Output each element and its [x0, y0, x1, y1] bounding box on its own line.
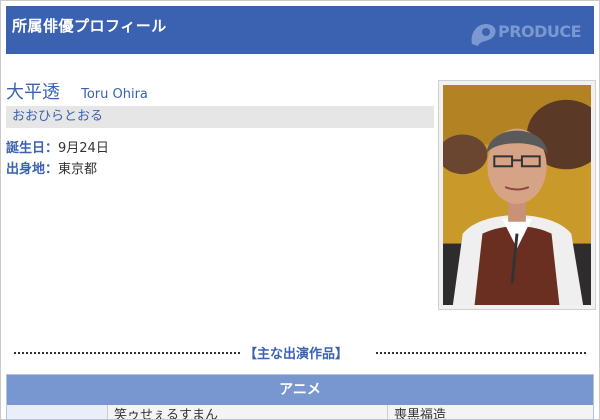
work-role-cell: 喪黒福造 — [387, 405, 593, 419]
page-title: 所属俳優プロフィール — [12, 17, 167, 35]
works-category-header: アニメ — [7, 375, 593, 405]
main-works-title: 【主な出演作品】 — [244, 347, 349, 362]
work-title-cell: 笑ゥせぇるすまん — [107, 405, 387, 419]
page-header: 所属俳優プロフィール PRODUCE — [6, 6, 594, 54]
birthday-label: 誕生日： — [6, 141, 59, 156]
produce-logo[interactable]: PRODUCE — [468, 16, 588, 50]
heading-divider-left — [14, 352, 240, 354]
birthplace-label: 出身地： — [6, 162, 59, 177]
actor-name-japanese: 大平透 — [6, 82, 60, 103]
actor-photo — [438, 80, 596, 310]
birthday-row: 誕生日：9月24日 — [6, 137, 109, 156]
logo-mark-icon — [471, 24, 496, 46]
logo-text: PRODUCE — [498, 22, 582, 41]
birthplace-value: 東京都 — [58, 162, 98, 177]
birthplace-row: 出身地：東京都 — [6, 158, 97, 177]
actor-name-english: Toru Ohira — [81, 87, 148, 102]
heading-divider-right — [376, 352, 586, 354]
actor-name-row: 大平透 Toru Ohira — [6, 78, 148, 104]
main-works-heading: 【主な出演作品】 — [14, 342, 586, 362]
works-table: アニメ 笑ゥせぇるすまん 喪黒福造 — [6, 374, 594, 420]
work-year-cell — [7, 405, 107, 419]
birthday-value: 9月24日 — [58, 141, 109, 156]
actor-portrait-image — [443, 85, 591, 305]
table-row: 笑ゥせぇるすまん 喪黒福造 — [7, 405, 593, 419]
actor-name-kana: おおひらとおる — [6, 106, 434, 128]
